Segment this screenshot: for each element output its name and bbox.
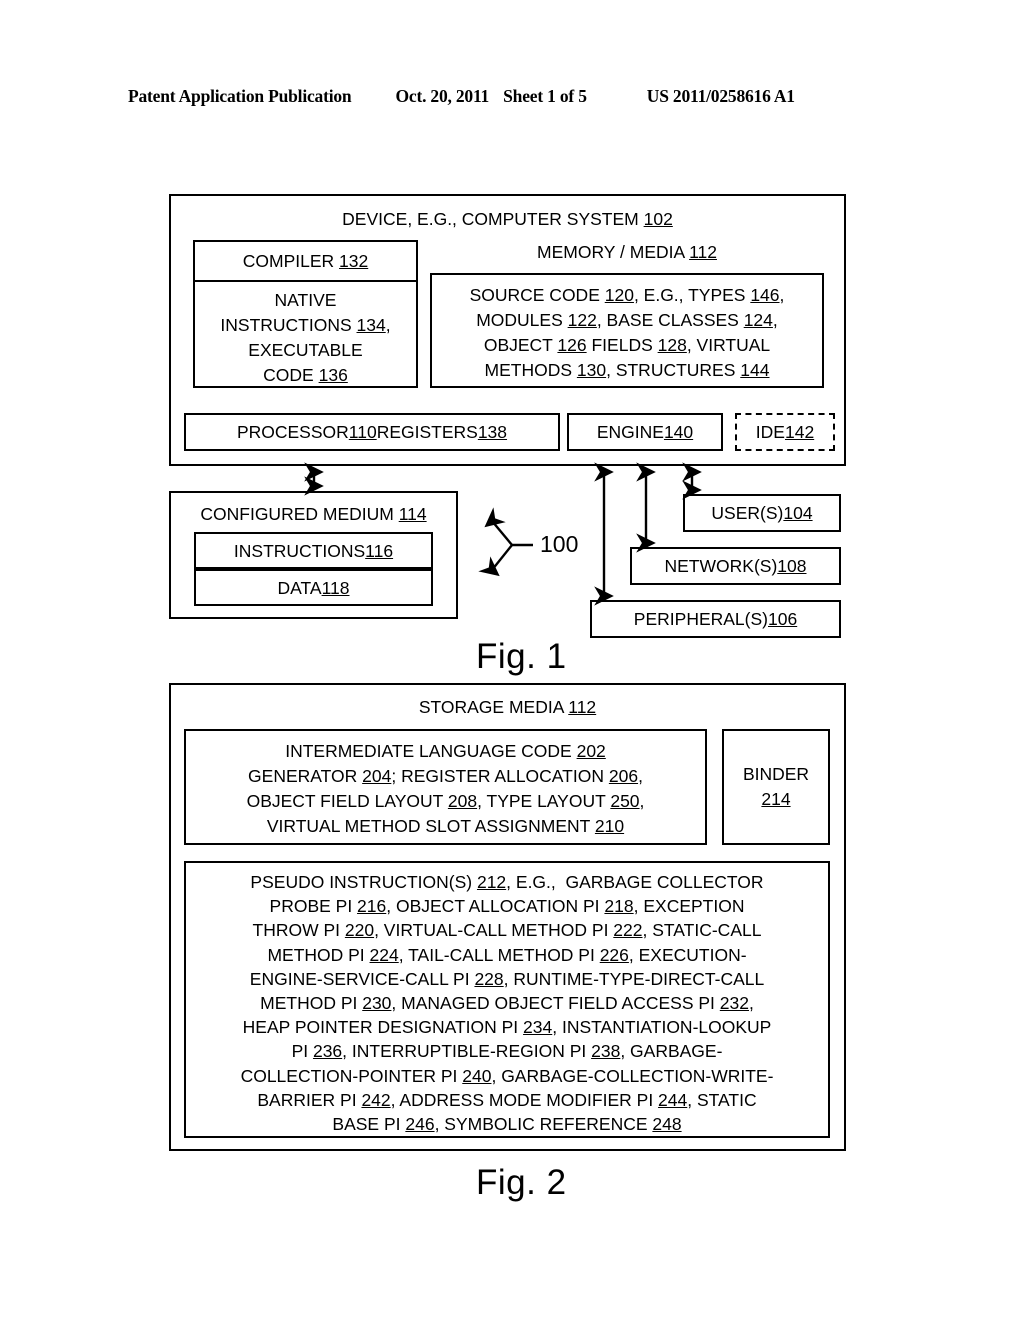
fig2-il-code-text: INTERMEDIATE LANGUAGE CODE 202 GENERATOR… (188, 739, 703, 839)
fig1-configured-medium-title: CONFIGURED MEDIUM 114 (171, 503, 456, 525)
fig1-callout-100-label: 100 (540, 531, 579, 557)
fig2-storage-title-text: STORAGE MEDIA (418, 697, 569, 717)
fig1-ide-text: IDE (755, 422, 785, 442)
fig1-native-line-2: INSTRUCTIONS 134, (220, 315, 391, 335)
fig2-pseudo-line-3: THROW PI 220, VIRTUAL-CALL METHOD PI 222… (252, 920, 762, 941)
fig1-users-label: USER(S) 104 (685, 496, 839, 530)
fig1-configured-medium-text: CONFIGURED MEDIUM (200, 504, 399, 524)
fig1-instructions-text: INSTRUCTIONS (233, 540, 366, 561)
fig1-networks-box: NETWORK(S) 108 (630, 547, 841, 585)
fig1-memory-title-text: MEMORY / MEDIA (537, 242, 690, 262)
fig1-memory-title: MEMORY / MEDIA 112 (430, 241, 824, 263)
fig1-native-line-3: EXECUTABLE (248, 340, 363, 360)
fig1-configured-medium-ref: 114 (398, 504, 427, 524)
fig1-compiler-title: COMPILER 132 (195, 250, 416, 272)
fig1-data-box: DATA 118 (194, 569, 433, 606)
fig1-source-code-text: SOURCE CODE 120, E.G., TYPES 146, MODULE… (434, 283, 820, 383)
fig1-native-line-4: CODE 136 (263, 365, 348, 385)
fig1-peripherals-box: PERIPHERAL(S) 106 (590, 600, 841, 638)
fig1-memory-ref: 112 (689, 242, 717, 262)
fig1-compiler-ref: 132 (339, 251, 369, 271)
fig1-networks-ref: 108 (777, 556, 807, 576)
fig1-engine-label: ENGINE 140 (569, 415, 721, 449)
fig1-users-text: USER(S) (711, 503, 784, 523)
fig1-device-ref: 102 (643, 209, 673, 229)
fig2-pseudo-line-6: METHOD PI 230, MANAGED OBJECT FIELD ACCE… (260, 993, 754, 1014)
fig1-instructions-ref: 116 (365, 540, 394, 561)
figure-2-caption: Fig. 2 (476, 1163, 567, 1202)
fig2-il-line-4: VIRTUAL METHOD SLOT ASSIGNMENT 210 (266, 816, 625, 836)
fig2-pseudo-line-2: PROBE PI 216, OBJECT ALLOCATION PI 218, … (269, 896, 745, 917)
fig1-engine-text: ENGINE (596, 422, 664, 442)
page-running-header: Patent Application Publication Oct. 20, … (128, 86, 896, 107)
fig1-native-instructions-text: NATIVE INSTRUCTIONS 134, EXECUTABLE CODE… (195, 288, 416, 388)
header-date: Oct. 20, 2011 (395, 86, 490, 106)
fig1-instructions-box: INSTRUCTIONS 116 (194, 532, 433, 569)
fig2-binder-label: BINDER 214 (724, 731, 828, 843)
fig1-users-ref: 104 (783, 503, 813, 523)
header-publication: Patent Application Publication (128, 86, 352, 106)
fig1-data-text: DATA (277, 577, 322, 598)
fig1-compiler-divider (195, 280, 416, 282)
fig1-instructions-label: INSTRUCTIONS 116 (196, 534, 431, 567)
fig1-data-label: DATA 118 (196, 571, 431, 604)
fig2-pseudo-line-7: HEAP POINTER DESIGNATION PI 234, INSTANT… (242, 1017, 772, 1038)
fig2-pseudo-line-5: ENGINE-SERVICE-CALL PI 228, RUNTIME-TYPE… (249, 968, 765, 989)
fig1-registers-ref: 138 (477, 422, 508, 442)
fig1-processor-box: PROCESSOR 110 REGISTERS 138 (184, 413, 560, 451)
fig1-source-line-2: MODULES 122, BASE CLASSES 124, (476, 310, 778, 330)
fig2-pseudo-instructions-text: PSEUDO INSTRUCTION(S) 212, E.G., GARBAGE… (190, 870, 824, 1136)
fig1-users-box: USER(S) 104 (683, 494, 841, 532)
fig1-native-line-1: NATIVE (274, 290, 337, 310)
fig2-binder-box: BINDER 214 (722, 729, 830, 845)
fig2-pseudo-line-9: COLLECTION-POINTER PI 240, GARBAGE-COLLE… (240, 1065, 774, 1086)
fig2-il-line-1: INTERMEDIATE LANGUAGE CODE 202 (285, 741, 606, 761)
fig2-binder-ref: 214 (761, 789, 791, 809)
fig1-device-title: DEVICE, E.G., COMPUTER SYSTEM 102 (171, 208, 844, 230)
fig2-pseudo-line-11: BASE PI 246, SYMBOLIC REFERENCE 248 (332, 1114, 682, 1135)
header-document-number: US 2011/0258616 A1 (646, 86, 795, 106)
fig1-compiler-box: COMPILER 132 NATIVE INSTRUCTIONS 134, EX… (193, 240, 418, 388)
fig1-source-line-4: METHODS 130, STRUCTURES 144 (484, 360, 770, 380)
fig2-storage-ref: 112 (568, 697, 597, 717)
fig1-peripherals-label: PERIPHERAL(S) 106 (592, 602, 839, 636)
fig1-data-ref: 118 (321, 577, 350, 598)
fig1-processor-label: PROCESSOR 110 REGISTERS 138 (186, 415, 558, 449)
fig1-source-line-3: OBJECT 126 FIELDS 128, VIRTUAL (483, 335, 771, 355)
fig1-registers-text: REGISTERS (376, 422, 478, 442)
fig2-pseudo-line-8: PI 236, INTERRUPTIBLE-REGION PI 238, GAR… (291, 1041, 723, 1062)
fig1-processor-text-a: PROCESSOR (236, 422, 349, 442)
fig2-pseudo-line-4: METHOD PI 224, TAIL-CALL METHOD PI 226, … (267, 944, 747, 965)
fig1-ide-ref: 142 (784, 422, 815, 442)
fig1-ide-box: IDE 142 (735, 413, 835, 451)
fig1-networks-label: NETWORK(S) 108 (632, 549, 839, 583)
fig1-engine-box: ENGINE 140 (567, 413, 723, 451)
fig2-storage-title: STORAGE MEDIA 112 (171, 696, 844, 718)
figure-1-caption: Fig. 1 (476, 637, 567, 676)
fig1-device-title-text: DEVICE, E.G., COMPUTER SYSTEM (342, 209, 644, 229)
fig1-networks-text: NETWORK(S) (664, 556, 778, 576)
fig1-peripherals-ref: 106 (768, 609, 798, 629)
fig2-pseudo-line-10: BARRIER PI 242, ADDRESS MODE MODIFIER PI… (257, 1089, 757, 1110)
fig2-binder-text: BINDER (742, 764, 810, 784)
fig2-pseudo-line-1: PSEUDO INSTRUCTION(S) 212, E.G., GARBAGE… (250, 872, 764, 892)
fig1-compiler-title-text: COMPILER (242, 251, 340, 271)
fig1-source-line-1: SOURCE CODE 120, E.G., TYPES 146, (469, 285, 785, 305)
fig1-source-code-box: SOURCE CODE 120, E.G., TYPES 146, MODULE… (430, 273, 824, 388)
fig1-ide-label: IDE 142 (737, 415, 833, 449)
fig1-processor-ref: 110 (348, 422, 377, 442)
callout-100-branch-down (478, 544, 513, 577)
fig2-il-line-2: GENERATOR 204; REGISTER ALLOCATION 206, (248, 766, 643, 786)
fig2-il-line-3: OBJECT FIELD LAYOUT 208, TYPE LAYOUT 250… (246, 791, 645, 811)
fig2-pseudo-instructions-box: PSEUDO INSTRUCTION(S) 212, E.G., GARBAGE… (184, 861, 830, 1138)
callout-100-branch-up (484, 507, 513, 546)
fig1-peripherals-text: PERIPHERAL(S) (633, 609, 768, 629)
fig1-engine-ref: 140 (663, 422, 694, 442)
fig2-il-code-box: INTERMEDIATE LANGUAGE CODE 202 GENERATOR… (184, 729, 707, 845)
header-sheet: Sheet 1 of 5 (503, 86, 587, 106)
